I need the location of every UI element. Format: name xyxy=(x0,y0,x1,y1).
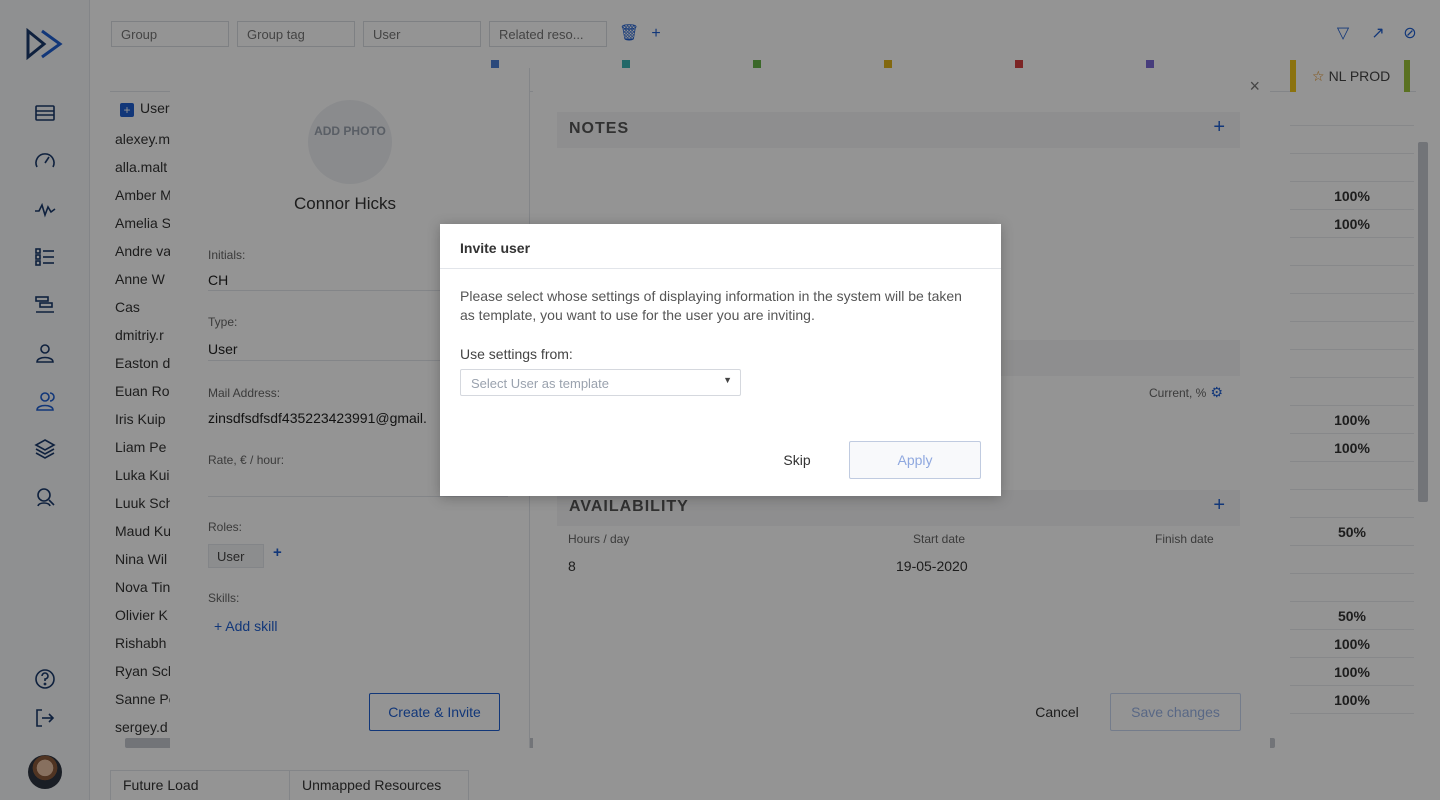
select-placeholder: Select User as template xyxy=(471,376,610,391)
chevron-down-icon: ▼ xyxy=(723,375,732,385)
user-template-select[interactable]: Select User as template ▼ xyxy=(460,369,741,396)
dialog-title: Invite user xyxy=(440,224,1001,269)
apply-button[interactable]: Apply xyxy=(849,441,981,479)
settings-label: Use settings from: xyxy=(460,346,573,362)
dialog-description: Please select whose settings of displayi… xyxy=(460,288,962,323)
skip-button[interactable]: Skip xyxy=(762,441,832,479)
invite-user-dialog: Invite user Please select whose settings… xyxy=(440,224,1001,496)
